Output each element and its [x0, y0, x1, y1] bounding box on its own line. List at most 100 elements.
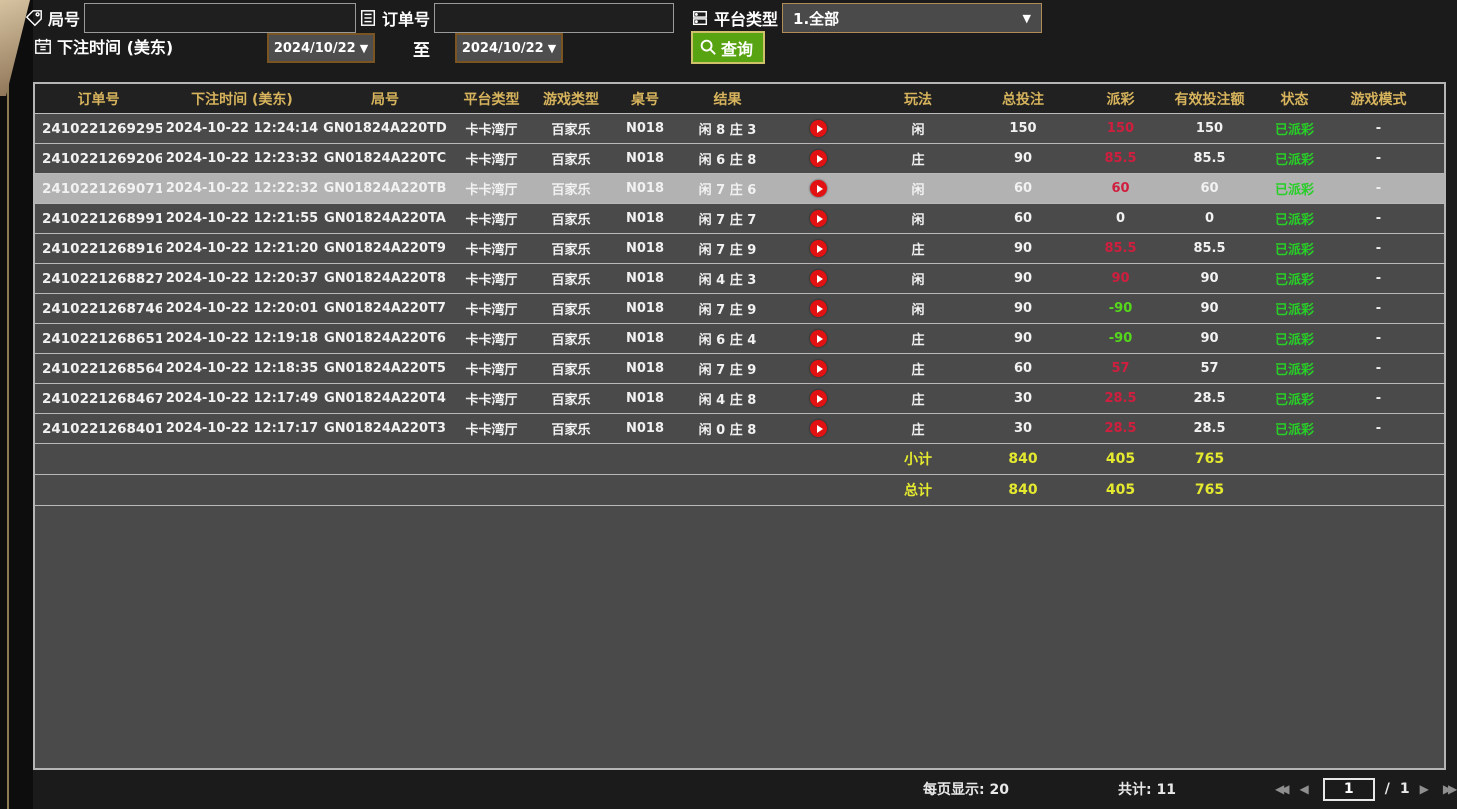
table-row[interactable]: 2410221268991062024-10-22 12:21:55GN0182…	[35, 204, 1444, 234]
bet-records-panel: 局号 订单号 平台类型 1.全部 ▼ 下注时间 (美东) 2024/10/22 …	[33, 0, 1457, 809]
cell-order-no	[35, 475, 162, 505]
cell-payout: 405	[1075, 444, 1166, 474]
cell-result: 闲 7 庄 7	[683, 204, 772, 233]
cell-platform: 卡卡湾厅	[448, 264, 535, 293]
table-row[interactable]: 2410221269295072024-10-22 12:24:14GN0182…	[35, 114, 1444, 144]
cell-game-type	[535, 444, 607, 474]
play-video-icon[interactable]	[810, 270, 827, 287]
cell-bet-time: 2024-10-22 12:17:49	[162, 384, 322, 413]
date-to-label: 至	[413, 36, 430, 61]
table-row[interactable]: 2410221268564642024-10-22 12:18:35GN0182…	[35, 354, 1444, 384]
cell-round-no: GN01824A220T4	[322, 384, 448, 413]
cell-status: 已派彩	[1253, 174, 1336, 203]
play-triangle	[817, 275, 823, 283]
cell-round-no: GN01824A220T7	[322, 294, 448, 323]
round-number-input[interactable]	[84, 3, 356, 33]
platform-type-value: 1.全部	[793, 8, 839, 29]
cell-total-bet: 840	[971, 475, 1075, 505]
play-video-icon[interactable]	[810, 360, 827, 377]
play-video-icon[interactable]	[810, 390, 827, 407]
cell-table-no: N018	[607, 114, 683, 143]
cell-valid-bet: 85.5	[1166, 144, 1253, 173]
table-row[interactable]: 2410221268827462024-10-22 12:20:37GN0182…	[35, 264, 1444, 294]
cell-valid-bet: 765	[1166, 475, 1253, 505]
cell-bet-type: 庄	[865, 384, 971, 413]
last-page-icon[interactable]: ▶▶	[1443, 782, 1457, 796]
cell-status: 已派彩	[1253, 294, 1336, 323]
date-from-picker[interactable]: 2024/10/22 ▼	[267, 33, 375, 63]
table-row[interactable]: 2410221268401012024-10-22 12:17:17GN0182…	[35, 414, 1444, 444]
order-number-label: 订单号	[382, 6, 430, 30]
cell-play	[772, 414, 865, 443]
total-count-label: 共计: 11	[1118, 779, 1176, 799]
chevron-down-icon: ▼	[548, 42, 556, 55]
cell-valid-bet: 0	[1166, 204, 1253, 233]
cell-table-no	[607, 475, 683, 505]
cell-bet-time: 2024-10-22 12:20:01	[162, 294, 322, 323]
column-header: 下注时间 (美东)	[162, 84, 322, 113]
cell-order-no: 241022126882746	[35, 264, 162, 293]
cell-status: 已派彩	[1253, 234, 1336, 263]
play-video-icon[interactable]	[810, 300, 827, 317]
cell-play	[772, 294, 865, 323]
play-video-icon[interactable]	[810, 420, 827, 437]
table-row[interactable]: 2410221269071552024-10-22 12:22:32GN0182…	[35, 174, 1444, 204]
order-list-icon	[358, 8, 378, 28]
cell-result: 闲 6 庄 8	[683, 144, 772, 173]
cell-bet-time: 2024-10-22 12:22:32	[162, 174, 322, 203]
cell-game-type: 百家乐	[535, 204, 607, 233]
search-button[interactable]: 查询	[691, 31, 765, 64]
table-row[interactable]: 2410221268467442024-10-22 12:17:49GN0182…	[35, 384, 1444, 414]
cell-table-no: N018	[607, 324, 683, 353]
column-header: 游戏类型	[535, 84, 607, 113]
previous-page-icon[interactable]: ◀	[1299, 782, 1312, 796]
bet-records-table: 订单号下注时间 (美东)局号平台类型游戏类型桌号结果玩法总投注派彩有效投注额状态…	[33, 82, 1446, 770]
play-triangle	[817, 155, 823, 163]
play-video-icon[interactable]	[810, 150, 827, 167]
platform-type-select[interactable]: 1.全部 ▼	[782, 3, 1042, 33]
cell-game-type: 百家乐	[535, 114, 607, 143]
calendar-icon	[33, 36, 53, 56]
cell-platform: 卡卡湾厅	[448, 144, 535, 173]
cell-status	[1253, 475, 1336, 505]
cell-total-bet: 150	[971, 114, 1075, 143]
total-pages-label: 1	[1400, 781, 1410, 797]
play-video-icon[interactable]	[810, 120, 827, 137]
cell-round-no: GN01824A220T3	[322, 414, 448, 443]
cell-play	[772, 174, 865, 203]
cell-game-type: 百家乐	[535, 324, 607, 353]
cell-bet-type: 庄	[865, 234, 971, 263]
play-triangle	[817, 365, 823, 373]
column-header: 桌号	[607, 84, 683, 113]
cell-platform: 卡卡湾厅	[448, 234, 535, 263]
play-video-icon[interactable]	[810, 330, 827, 347]
date-to-picker[interactable]: 2024/10/22 ▼	[455, 33, 563, 63]
subtotal-row: 小计840405765	[35, 444, 1444, 475]
cell-bet-type: 庄	[865, 414, 971, 443]
date-to-value: 2024/10/22	[462, 41, 544, 56]
cell-result: 闲 8 庄 3	[683, 114, 772, 143]
first-page-icon[interactable]: ◀◀	[1275, 782, 1289, 796]
next-page-icon[interactable]: ▶	[1420, 782, 1433, 796]
play-video-icon[interactable]	[810, 210, 827, 227]
play-video-icon[interactable]	[810, 240, 827, 257]
cell-bet-time: 2024-10-22 12:23:32	[162, 144, 322, 173]
order-number-input[interactable]	[434, 3, 674, 33]
cell-order-no: 241022126920620	[35, 144, 162, 173]
table-row[interactable]: 2410221269206202024-10-22 12:23:32GN0182…	[35, 144, 1444, 174]
cell-bet-time	[162, 444, 322, 474]
play-triangle	[817, 125, 823, 133]
table-row[interactable]: 2410221268916652024-10-22 12:21:20GN0182…	[35, 234, 1444, 264]
cell-result: 闲 7 庄 9	[683, 354, 772, 383]
page-number-input[interactable]	[1323, 778, 1375, 801]
cell-status: 已派彩	[1253, 324, 1336, 353]
play-video-icon[interactable]	[810, 180, 827, 197]
cell-play	[772, 114, 865, 143]
cell-payout: 150	[1075, 114, 1166, 143]
cell-payout: 57	[1075, 354, 1166, 383]
cell-table-no: N018	[607, 414, 683, 443]
cell-game-mode	[1336, 475, 1421, 505]
table-row[interactable]: 2410221268651802024-10-22 12:19:18GN0182…	[35, 324, 1444, 354]
cell-bet-type: 小计	[865, 444, 971, 474]
table-row[interactable]: 2410221268746132024-10-22 12:20:01GN0182…	[35, 294, 1444, 324]
